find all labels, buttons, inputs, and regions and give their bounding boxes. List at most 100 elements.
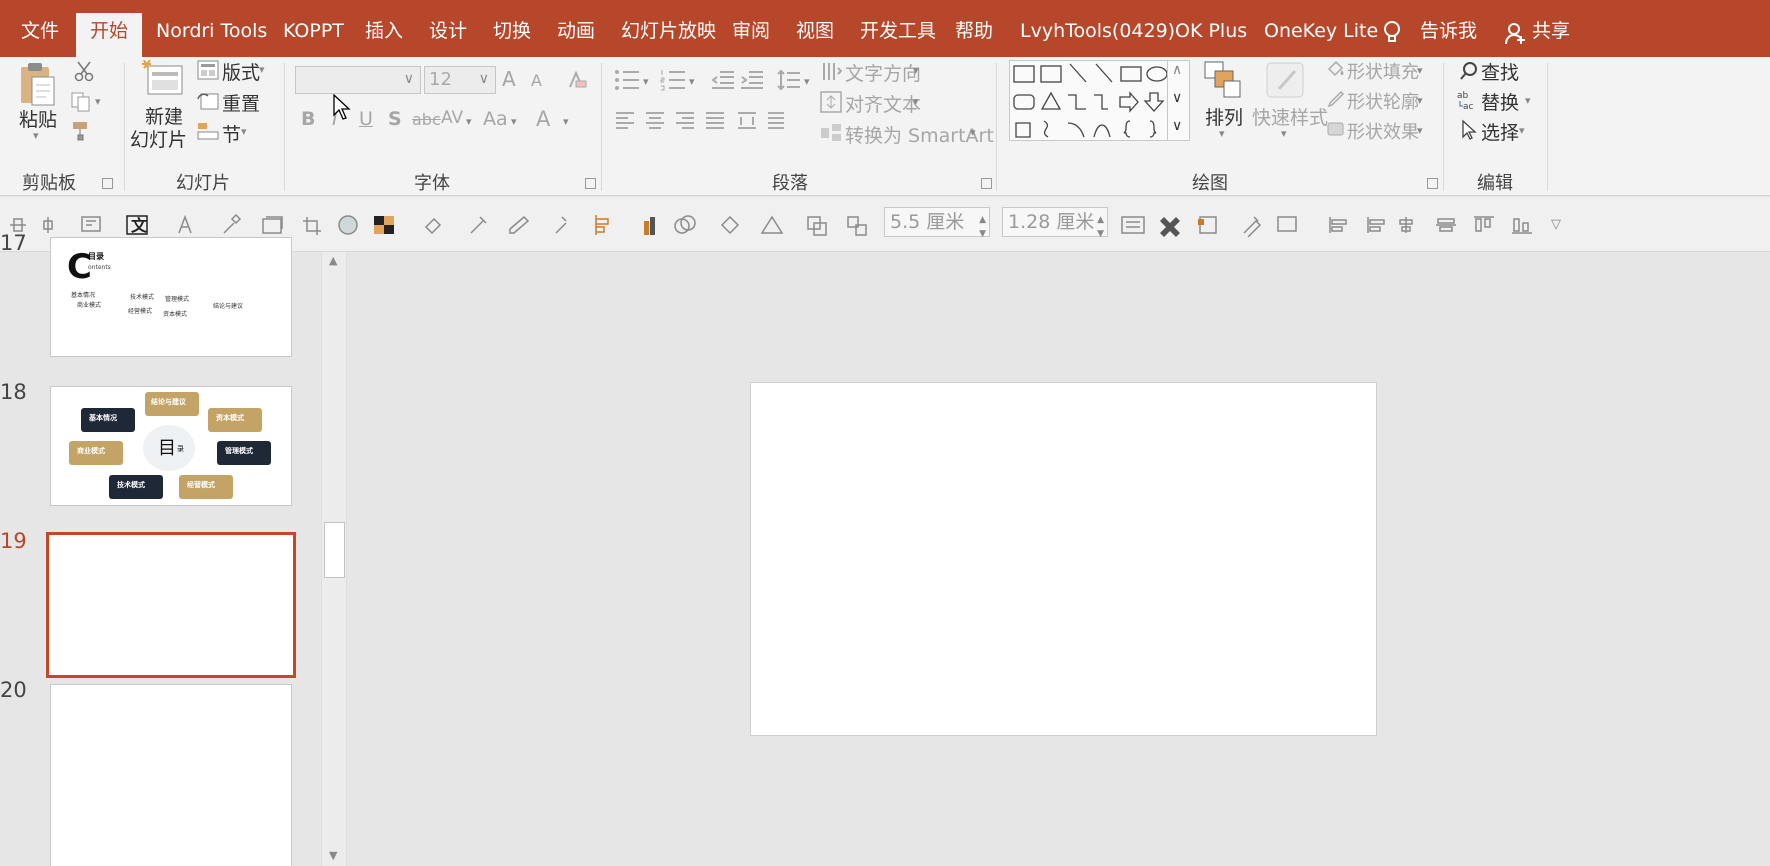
format-toolbar-icons-mid[interactable] (586, 213, 886, 237)
tab-koppt[interactable]: KOPPT (281, 0, 346, 57)
scroll-up-icon[interactable]: ▲ (329, 254, 337, 267)
clear-formatting-icon[interactable] (566, 69, 588, 91)
shape-fill-icon[interactable] (1326, 59, 1346, 79)
tab-slide-show[interactable]: 幻灯片放映 (619, 0, 718, 57)
new-slide-icon[interactable] (142, 60, 184, 98)
quick-styles-button[interactable]: 快速样式 (1252, 103, 1328, 130)
cut-scissors-icon[interactable] (74, 60, 94, 82)
layout-icon[interactable] (197, 60, 219, 80)
layout-dropdown-icon[interactable]: ▾ (259, 63, 265, 76)
gallery-more-icon[interactable]: ∨ (1172, 118, 1182, 134)
slide-thumbnail-17[interactable]: C 目录 ontents 基本情况 商业模式 技术模式 经营模式 管理模式 资本… (50, 237, 292, 357)
format-toolbar-icons-left[interactable]: 文 (8, 213, 568, 237)
bullets-icon[interactable] (614, 69, 640, 91)
lightbulb-icon[interactable] (1383, 20, 1401, 46)
arrange-dropdown-icon[interactable]: ▾ (1219, 127, 1225, 140)
tab-onekey-lite[interactable]: OneKey Lite (1262, 0, 1380, 57)
tab-review[interactable]: 审阅 (730, 0, 772, 57)
copy-icon[interactable] (70, 91, 92, 113)
line-spacing-icon[interactable] (777, 69, 801, 91)
font-color-dropdown-icon[interactable]: ▾ (563, 115, 569, 128)
tab-lvyhtools[interactable]: LvyhTools(0429) (1018, 0, 1177, 57)
select-button[interactable]: 选择 (1481, 118, 1519, 145)
section-button[interactable]: 节 (222, 120, 241, 147)
select-dropdown-icon[interactable]: ▾ (1519, 124, 1525, 137)
slide-thumbnail-19-selected[interactable] (46, 532, 296, 678)
shapes-gallery-grid[interactable] (1010, 61, 1191, 142)
section-dropdown-icon[interactable]: ▾ (241, 125, 247, 138)
spacing-dropdown-icon[interactable]: ▾ (466, 115, 472, 128)
align-text-dropdown-icon[interactable]: ▾ (913, 95, 919, 108)
shape-outline-dropdown-icon[interactable]: ▾ (1417, 94, 1423, 107)
tab-nordri-tools[interactable]: Nordri Tools (154, 0, 269, 57)
numbering-icon[interactable] (660, 69, 686, 91)
shape-effects-icon[interactable] (1326, 119, 1346, 139)
shape-outline-button[interactable]: 形状轮廓 (1347, 88, 1419, 114)
tab-home[interactable]: 开始 (76, 13, 143, 57)
section-icon[interactable] (197, 121, 219, 141)
increase-indent-icon[interactable] (740, 69, 764, 91)
bold-button[interactable]: B (301, 108, 315, 130)
thumbnail-scrollbar[interactable]: ▲ ▼ (321, 252, 347, 866)
scroll-down-icon[interactable]: ▼ (329, 849, 337, 862)
arrange-button[interactable]: 排列 (1205, 103, 1243, 130)
replace-dropdown-icon[interactable]: ▾ (1525, 94, 1531, 107)
shape-effects-dropdown-icon[interactable]: ▾ (1417, 124, 1423, 137)
character-spacing-button[interactable]: AV (441, 108, 463, 128)
find-magnifier-icon[interactable] (1459, 61, 1479, 81)
clipboard-launcher-icon[interactable] (102, 178, 113, 189)
paste-dropdown-icon[interactable]: ▾ (33, 129, 39, 142)
shape-width-spinner[interactable]: 5.5 厘米 ▲ ▼ (884, 207, 990, 239)
quick-styles-icon[interactable] (1265, 61, 1305, 99)
align-text-icon[interactable] (820, 91, 842, 113)
decrease-indent-icon[interactable] (711, 69, 735, 91)
tab-transitions[interactable]: 切换 (491, 0, 533, 57)
reset-icon[interactable] (197, 91, 219, 111)
scroll-thumb[interactable] (324, 522, 345, 578)
shape-fill-button[interactable]: 形状填充 (1347, 58, 1419, 84)
text-shadow-button[interactable]: S (388, 108, 402, 130)
tab-file[interactable]: 文件 (19, 0, 61, 57)
slide-thumbnail-20[interactable] (50, 684, 292, 866)
shape-fill-dropdown-icon[interactable]: ▾ (1417, 64, 1423, 77)
bullets-dropdown-icon[interactable]: ▾ (643, 75, 649, 88)
shape-height-spinner[interactable]: 1.28 厘米 ▲ ▼ (1002, 207, 1108, 239)
format-toolbar-icons-right[interactable] (1120, 213, 1540, 237)
gallery-up-icon[interactable]: ∧ (1172, 62, 1182, 78)
text-direction-icon[interactable] (820, 60, 842, 82)
format-painter-icon[interactable] (70, 120, 92, 142)
align-text-button[interactable]: 对齐文本 (845, 90, 921, 117)
underline-button[interactable]: U (359, 108, 373, 130)
slide-thumbnail-18[interactable]: 目 录 基本情况 结论与建议 资本模式 商业模式 管理模式 技术模式 经营模式 (50, 386, 292, 506)
case-dropdown-icon[interactable]: ▾ (511, 115, 517, 128)
tab-view[interactable]: 视图 (794, 0, 836, 57)
new-slide-label-line2[interactable]: 幻灯片 (130, 125, 187, 152)
tab-animations[interactable]: 动画 (555, 0, 597, 57)
font-name-combo[interactable]: ∨ (295, 66, 421, 94)
replace-icon[interactable]: abac (1456, 89, 1480, 111)
font-size-combo[interactable]: 12 ∨ (424, 66, 496, 94)
reset-button[interactable]: 重置 (222, 89, 260, 116)
tab-help[interactable]: 帮助 (953, 0, 995, 57)
shape-effects-button[interactable]: 形状效果 (1347, 118, 1419, 144)
slide-canvas[interactable] (750, 382, 1377, 736)
tab-design[interactable]: 设计 (427, 0, 469, 57)
text-direction-dropdown-icon[interactable]: ▾ (913, 64, 919, 77)
smartart-icon[interactable] (820, 122, 842, 144)
numbering-dropdown-icon[interactable]: ▾ (689, 75, 695, 88)
change-case-button[interactable]: Aa (483, 108, 508, 130)
grow-font-button[interactable]: A (502, 67, 516, 91)
shapes-gallery[interactable] (1009, 60, 1190, 141)
replace-button[interactable]: 替换 (1481, 88, 1519, 115)
paste-button[interactable]: 粘贴 (19, 105, 57, 132)
tab-ok-plus[interactable]: OK Plus (1173, 0, 1249, 57)
drawing-launcher-icon[interactable] (1427, 178, 1438, 189)
shape-outline-icon[interactable] (1326, 89, 1346, 109)
font-launcher-icon[interactable] (585, 178, 596, 189)
toolbar-overflow-icon[interactable]: ▽ (1551, 217, 1561, 232)
quick-styles-dropdown-icon[interactable]: ▾ (1281, 127, 1287, 140)
tell-me-search[interactable]: 告诉我 (1418, 0, 1479, 57)
tab-insert[interactable]: 插入 (363, 0, 405, 57)
shrink-font-button[interactable]: A (531, 71, 542, 90)
strikethrough-button[interactable]: abc (412, 110, 441, 129)
